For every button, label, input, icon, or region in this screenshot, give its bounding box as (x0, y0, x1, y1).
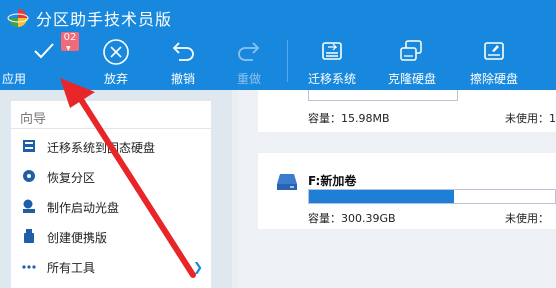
clone-disk-label: 克隆硬盘 (387, 72, 436, 86)
toolbar: 应用 02 ▼ 放弃 撤销 重做 迁移系统 克隆硬盘 擦除硬盘 (0, 32, 556, 90)
apply-label: 应用 (1, 72, 26, 86)
partition-usage-bar (308, 90, 458, 101)
wipe-disk-label: 擦除硬盘 (469, 72, 518, 86)
sidebar-item-label: 迁移系统到固态硬盘 (47, 141, 156, 155)
app-title: 分区助手技术员版 (36, 10, 173, 29)
discard-button[interactable]: 放弃 (88, 34, 144, 90)
cancel-circle-icon (103, 39, 129, 65)
partition-unused: 未使用： (505, 212, 549, 225)
disk-drive-icon (277, 174, 297, 190)
wipe-disk-icon (484, 42, 504, 60)
migrate-icon (23, 140, 35, 152)
partition-capacity: 容量：15.98MB (308, 112, 390, 125)
wizard-sidebar (11, 101, 211, 288)
partition-card[interactable]: F:新加卷 容量：300.39GB 未使用： (258, 153, 556, 229)
redo-icon (238, 42, 260, 61)
badge-dropdown-icon: ▼ (66, 45, 71, 52)
app-logo-icon (7, 9, 29, 27)
partition-unused: 未使用：1 (505, 112, 556, 125)
recover-icon (23, 170, 35, 182)
migrate-os-label: 迁移系统 (307, 72, 356, 86)
sidebar-divider (11, 128, 211, 129)
partition-capacity: 容量：300.39GB (308, 212, 396, 225)
sidebar-item-label: 创建便携版 (47, 231, 108, 245)
partition-card[interactable]: 容量：15.98MB 未使用：1 (258, 90, 556, 132)
partition-usage-bar (308, 189, 556, 204)
undo-icon (172, 42, 194, 61)
sidebar-heading: 向导 (20, 112, 47, 127)
undo-label: 撤销 (170, 72, 195, 86)
sidebar-item-label: 恢复分区 (47, 171, 96, 185)
check-icon (34, 43, 54, 59)
portable-icon (24, 229, 34, 243)
partition-usage-fill (309, 190, 455, 203)
clone-disk-button[interactable]: 克隆硬盘 (380, 34, 444, 90)
migrate-disk-icon (322, 42, 342, 60)
partition-name: F:新加卷 (308, 174, 357, 188)
clone-disk-icon (400, 40, 422, 61)
bootdisk-icon (23, 199, 35, 213)
redo-label: 重做 (236, 72, 261, 86)
dots-icon (22, 265, 36, 269)
redo-button[interactable]: 重做 (221, 34, 277, 90)
chevron-right-icon: ❯ (193, 260, 204, 274)
migrate-os-button[interactable]: 迁移系统 (302, 34, 362, 90)
sidebar-item-label: 所有工具 (47, 261, 96, 275)
discard-label: 放弃 (103, 72, 128, 86)
undo-button[interactable]: 撤销 (155, 34, 211, 90)
title-bar: 分区助手技术员版 (0, 0, 556, 34)
wipe-disk-button[interactable]: 擦除硬盘 (462, 34, 526, 90)
sidebar-item-label: 制作启动光盘 (47, 201, 120, 215)
sidebar-scrollbar[interactable] (218, 92, 228, 288)
toolbar-separator (287, 40, 288, 82)
